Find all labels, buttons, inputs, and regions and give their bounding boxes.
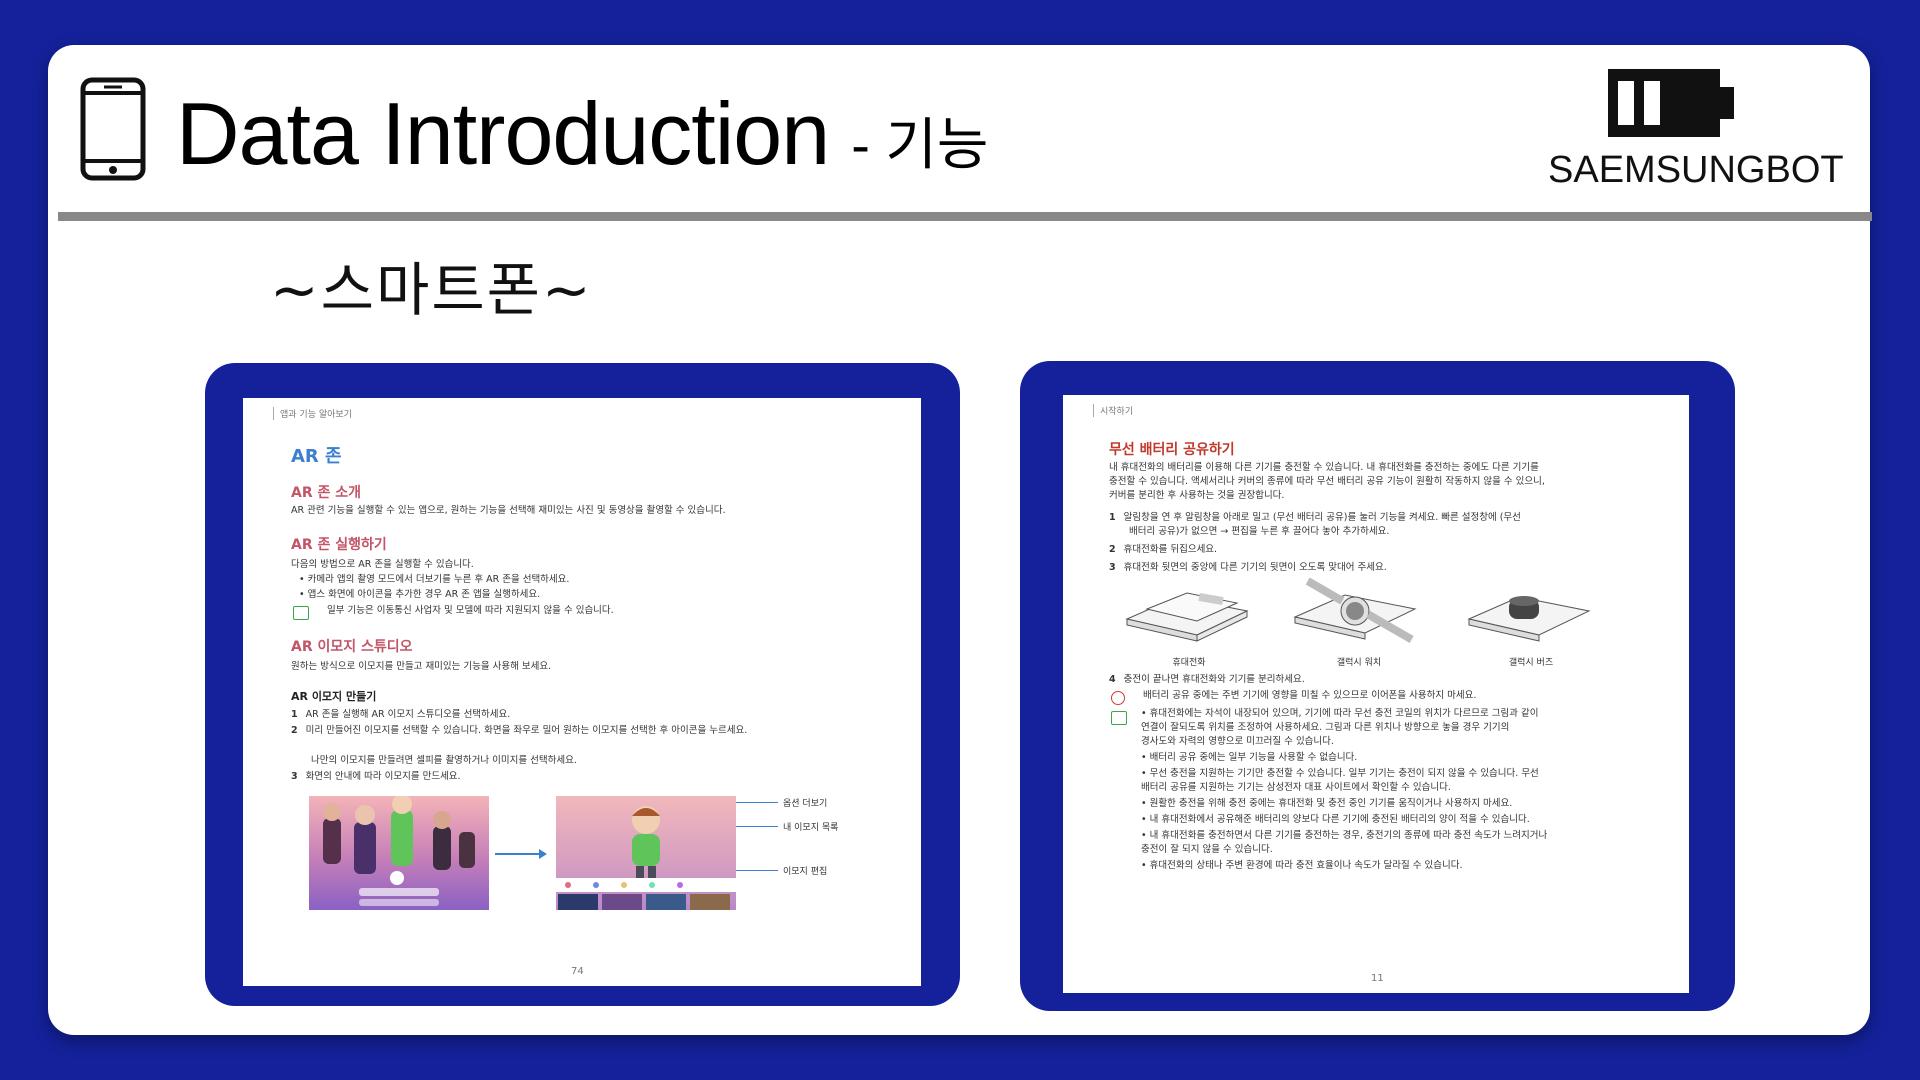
page-header: 앱과 기능 알아보기	[273, 407, 352, 420]
left-page-frame: 앱과 기능 알아보기 AR 존 AR 존 소개 AR 관련 기능을 실행할 수 …	[205, 363, 960, 1006]
note-line: • 휴대전화의 상태나 주변 환경에 따라 충전 효율이나 속도가 달라질 수 …	[1141, 860, 1463, 871]
step-item: 3 휴대전화 뒷면의 중앙에 다른 기기의 뒷면이 오도록 맞대어 주세요.	[1109, 562, 1387, 573]
note-line: • 휴대전화에는 자석이 내장되어 있으며, 기기에 따라 무선 충전 코일의 …	[1141, 708, 1539, 719]
section-heading: AR 존 실행하기	[291, 537, 387, 553]
section-heading: AR 이모지 스튜디오	[291, 639, 413, 655]
watch-sharing-illustration	[1293, 577, 1417, 643]
step-item: 2 휴대전화를 뒤집으세요.	[1109, 544, 1218, 555]
callout-line	[736, 826, 778, 827]
note-icon	[293, 606, 309, 620]
note-line: 배터리 공유를 지원하는 기기는 삼성전자 대표 사이트에서 확인할 수 있습니…	[1141, 782, 1451, 793]
page-number: 74	[571, 966, 584, 977]
device-caption: 갤럭시 버즈	[1508, 658, 1554, 668]
note-line: • 내 휴대전화에서 공유해준 배터리의 양보다 다른 기기에 충전된 배터리의…	[1141, 814, 1530, 825]
step-item: 1 알림창을 연 후 알림창을 아래로 밀고 (무선 배터리 공유)를 눌러 기능…	[1109, 512, 1521, 523]
note-line: 경사도와 자력의 영향으로 미끄러질 수 있습니다.	[1141, 736, 1334, 747]
page-number: 11	[1371, 973, 1384, 984]
left-manual-page: 앱과 기능 알아보기 AR 존 AR 존 소개 AR 관련 기능을 실행할 수 …	[243, 398, 921, 986]
page-title: AR 존	[291, 446, 342, 467]
warning-icon	[1111, 691, 1125, 705]
section-text: 다음의 방법으로 AR 존을 실행할 수 있습니다.	[291, 559, 474, 570]
note-line: • 내 휴대전화를 충전하면서 다른 기기를 충전하는 경우, 충전기의 종류에…	[1141, 830, 1548, 841]
intro-line: 커버를 분리한 후 사용하는 것을 권장합니다.	[1109, 490, 1285, 501]
callout-line	[736, 802, 778, 803]
title-main: Data Introduction	[176, 84, 830, 183]
callout-label: 옵션 더보기	[783, 799, 828, 809]
step-item: 나만의 이모지를 만들려면 셀피를 촬영하거나 이미지를 선택하세요.	[311, 755, 577, 766]
intro-line: 내 휴대전화의 배터리를 이용해 다른 기기를 충전할 수 있습니다. 내 휴대…	[1109, 462, 1539, 473]
title-divider	[58, 212, 1872, 221]
slide-title: Data Introduction - 기능	[176, 83, 988, 185]
battery-icon	[1608, 69, 1734, 137]
page-header: 시작하기	[1093, 404, 1133, 417]
step-item: 1 AR 존을 실행해 AR 이모지 스튜디오를 선택하세요.	[291, 709, 511, 720]
slide-card: Data Introduction - 기능 SAEMSUNGBOT ~스마트폰~…	[48, 45, 1872, 1035]
page-title: 무선 배터리 공유하기	[1109, 442, 1235, 458]
brand-name: SAEMSUNGBOT	[1548, 149, 1844, 191]
callout-label: 이모지 편집	[783, 867, 828, 877]
note-line: 연결이 잘되도록 위치를 조정하여 사용하세요. 그림과 다른 위치나 방향으로…	[1141, 722, 1510, 733]
callout-label: 내 이모지 목록	[783, 823, 839, 833]
slide-subtitle: ~스마트폰~	[270, 256, 593, 324]
emoji-screenshot-2	[556, 796, 736, 910]
buds-sharing-illustration	[1467, 596, 1591, 642]
warning-text: 배터리 공유 중에는 주변 기기에 영향을 미칠 수 있으므로 이어폰을 사용하…	[1143, 690, 1477, 701]
note-icon	[1111, 711, 1127, 725]
phone-sharing-illustration	[1125, 592, 1249, 642]
note-line: • 무선 충전을 지원하는 기기만 충전할 수 있습니다. 일부 기기는 충전이…	[1141, 768, 1539, 779]
bullet-item: • 카메라 앱의 촬영 모드에서 더보기를 누른 후 AR 존을 선택하세요.	[299, 574, 570, 585]
intro-line: 충전할 수 있습니다. 액세서리나 커버의 종류에 따라 무선 배터리 공유 기…	[1109, 476, 1545, 487]
bullet-item: • 앱스 화면에 아이콘을 추가한 경우 AR 존 앱을 실행하세요.	[299, 589, 541, 600]
note-line: 충전이 잘 되지 않을 수 있습니다.	[1141, 844, 1273, 855]
callout-line	[736, 870, 778, 871]
section-text: AR 관련 기능을 실행할 수 있는 앱으로, 원하는 기능을 선택해 재미있는…	[291, 505, 726, 516]
step-item: 2 미리 만들어진 이모지를 선택할 수 있습니다. 화면을 좌우로 밀어 원하는…	[291, 725, 748, 736]
smartphone-icon	[80, 77, 146, 181]
arrow-right-icon	[495, 849, 547, 859]
step-item: 배터리 공유)가 없으면 → 편집을 누른 후 끌어다 놓아 추가하세요.	[1129, 526, 1390, 537]
right-page-frame: 시작하기 무선 배터리 공유하기 내 휴대전화의 배터리를 이용해 다른 기기를…	[1020, 361, 1735, 1011]
emoji-screenshot-1	[309, 796, 489, 910]
section-heading: AR 존 소개	[291, 485, 362, 501]
sub-heading: AR 이모지 만들기	[291, 690, 377, 703]
device-caption: 갤럭시 워치	[1336, 658, 1382, 668]
note-text: 일부 기능은 이동통신 사업자 및 모델에 따라 지원되지 않을 수 있습니다.	[327, 605, 614, 616]
section-text: 원하는 방식으로 이모지를 만들고 재미있는 기능을 사용해 보세요.	[291, 661, 552, 672]
note-line: • 배터리 공유 중에는 일부 기능을 사용할 수 없습니다.	[1141, 752, 1358, 763]
device-caption: 휴대전화	[1172, 658, 1206, 668]
step-item: 3 화면의 안내에 따라 이모지를 만드세요.	[291, 771, 461, 782]
right-manual-page: 시작하기 무선 배터리 공유하기 내 휴대전화의 배터리를 이용해 다른 기기를…	[1063, 395, 1689, 993]
note-line: • 원활한 충전을 위해 충전 중에는 휴대전화 및 충전 중인 기기를 움직이…	[1141, 798, 1513, 809]
step-item: 4 충전이 끝나면 휴대전화와 기기를 분리하세요.	[1109, 674, 1305, 685]
title-suffix: - 기능	[851, 113, 989, 176]
brand-logo: SAEMSUNGBOT	[1548, 69, 1844, 199]
